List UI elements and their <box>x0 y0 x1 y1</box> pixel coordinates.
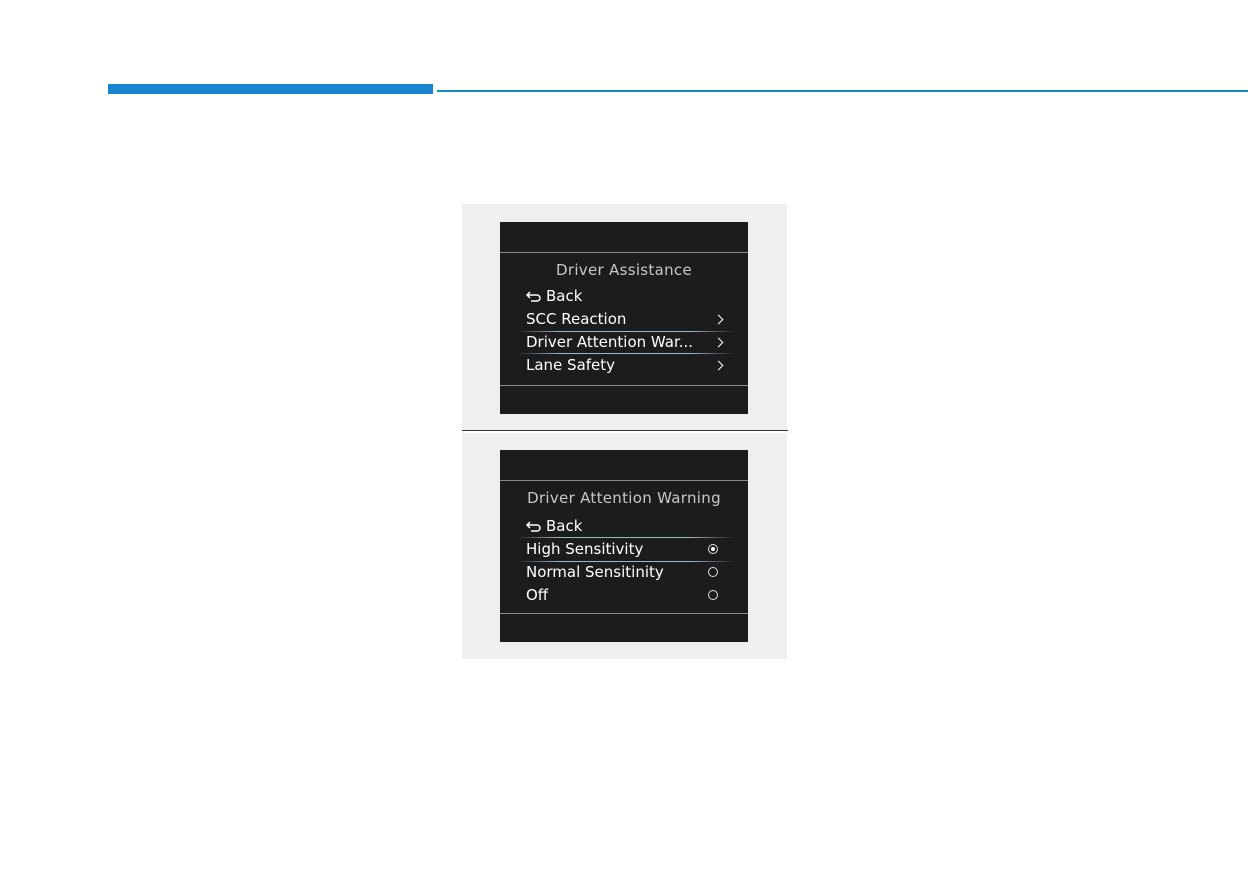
figure-panel-driver-attention-warning: Driver Attention Warning Back High Sensi… <box>462 433 787 659</box>
figure-divider <box>462 430 788 431</box>
back-item[interactable]: Back <box>526 515 730 537</box>
chevron-right-icon <box>713 360 724 370</box>
figure-panel-driver-assistance: Driver Assistance Back SCC Reaction Driv… <box>462 204 787 430</box>
cluster-screen-driver-assistance: Driver Assistance Back SCC Reaction Driv… <box>500 222 748 414</box>
back-label: Back <box>546 517 583 535</box>
menu-item-scc-reaction[interactable]: SCC Reaction <box>526 308 730 330</box>
back-arrow-icon <box>526 290 542 302</box>
chevron-right-icon <box>713 337 724 347</box>
radio-selected-icon[interactable] <box>708 544 718 554</box>
header-rule <box>437 90 1248 92</box>
menu-item-label: Lane Safety <box>526 356 616 374</box>
screen-top-divider <box>500 480 748 481</box>
screen-top-divider <box>500 252 748 253</box>
radio-unselected-icon[interactable] <box>708 567 718 577</box>
back-item[interactable]: Back <box>526 285 730 307</box>
menu-item-label: SCC Reaction <box>526 310 627 328</box>
option-normal-sensitivity[interactable]: Normal Sensitinity <box>526 561 730 583</box>
menu-item-label: Driver Attention War... <box>526 333 694 351</box>
menu-item-driver-attention-warning[interactable]: Driver Attention War... <box>526 331 730 353</box>
option-label: Normal Sensitinity <box>526 563 664 581</box>
menu-title: Driver Assistance <box>556 261 692 279</box>
back-label: Back <box>546 287 583 305</box>
option-label: High Sensitivity <box>526 540 644 558</box>
radio-unselected-icon[interactable] <box>708 590 718 600</box>
option-label: Off <box>526 586 549 604</box>
screen-bottom-divider <box>500 385 748 386</box>
cluster-screen-driver-attention-warning: Driver Attention Warning Back High Sensi… <box>500 450 748 642</box>
option-off[interactable]: Off <box>526 584 730 606</box>
screen-bottom-divider <box>500 613 748 614</box>
header-accent-bar <box>108 84 433 94</box>
menu-title: Driver Attention Warning <box>527 489 721 507</box>
chevron-right-icon <box>713 314 724 324</box>
back-arrow-icon <box>526 520 542 532</box>
menu-item-lane-safety[interactable]: Lane Safety <box>526 354 730 376</box>
option-high-sensitivity[interactable]: High Sensitivity <box>526 538 730 560</box>
